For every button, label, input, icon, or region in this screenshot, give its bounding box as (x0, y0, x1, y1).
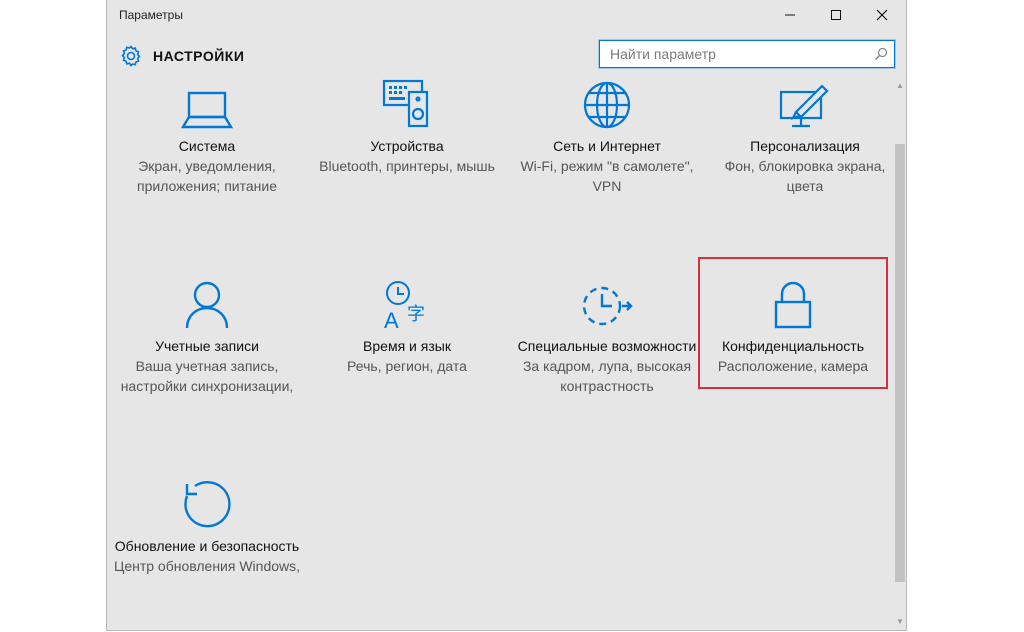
svg-text:字: 字 (407, 304, 425, 325)
tile-description: Фон, блокировка экрана, цвета (724, 158, 886, 194)
tile-name: Персонализация (750, 138, 860, 154)
tile-name: Система (178, 138, 236, 154)
laptop-icon (181, 91, 233, 129)
gear-icon (121, 45, 141, 67)
tile-name: Время и язык (363, 338, 451, 354)
tile-update-security[interactable]: Обновление и безопасность Центр обновлен… (109, 478, 305, 576)
settings-window: Параметры НАСТРОЙКИ ▲ ▼ (106, 0, 907, 631)
tile-description: Центр обновления Windows, (113, 558, 301, 574)
search-icon[interactable] (874, 47, 888, 61)
scroll-down-arrow[interactable]: ▼ (896, 618, 904, 626)
tile-description: Bluetooth, принтеры, мышь (319, 158, 495, 174)
tile-description: Экран, уведомления, приложения; питание (137, 158, 277, 194)
tile-accessibility[interactable]: Специальные возможности За кадром, лупа,… (509, 278, 705, 396)
minimize-button[interactable] (767, 0, 813, 30)
personalization-icon (779, 84, 829, 128)
search-input[interactable] (600, 41, 862, 67)
tile-devices[interactable]: Устройства Bluetooth, принтеры, мышь (309, 78, 505, 176)
tile-accounts[interactable]: Учетные записи Ваша учетная запись, наст… (109, 278, 305, 396)
page-title: НАСТРОЙКИ (153, 48, 245, 64)
tile-description: Речь, регион, дата (347, 358, 467, 374)
svg-text:A: A (384, 308, 399, 330)
minimize-icon (785, 14, 795, 16)
tile-name: Сеть и Интернет (553, 138, 661, 154)
settings-header: НАСТРОЙКИ (119, 42, 244, 70)
accessibility-icon (582, 286, 633, 326)
tile-system[interactable]: Система Экран, уведомления, приложения; … (109, 78, 305, 196)
devices-icon (382, 79, 429, 128)
tile-network[interactable]: Сеть и Интернет Wi-Fi, режим "в самолете… (509, 78, 705, 196)
person-icon (185, 281, 229, 329)
tile-personalization[interactable]: Персонализация Фон, блокировка экрана, ц… (707, 78, 903, 196)
tile-time-language[interactable]: A 字 Время и язык Речь, регион, дата (309, 278, 505, 376)
search-box[interactable] (598, 39, 896, 69)
window-title: Параметры (119, 8, 183, 22)
maximize-button[interactable] (813, 0, 859, 30)
time-language-icon: A 字 (384, 281, 425, 330)
tile-description: Ваша учетная запись, настройки синхрониз… (120, 358, 294, 394)
privacy-highlight-frame (698, 257, 888, 389)
title-bar[interactable]: Параметры (107, 0, 906, 32)
scroll-thumb[interactable] (895, 144, 905, 582)
tile-name: Устройства (370, 138, 444, 154)
close-button[interactable] (859, 0, 905, 30)
tile-description: Wi-Fi, режим "в самолете", VPN (520, 158, 694, 194)
globe-icon (583, 81, 631, 129)
tile-name: Обновление и безопасность (114, 538, 300, 554)
update-icon (184, 481, 231, 528)
tile-description: За кадром, лупа, высокая контрастность (522, 358, 692, 394)
maximize-icon (831, 10, 841, 20)
tile-name: Специальные возможности (517, 338, 697, 354)
close-icon (876, 9, 888, 21)
tile-name: Учетные записи (155, 338, 259, 354)
